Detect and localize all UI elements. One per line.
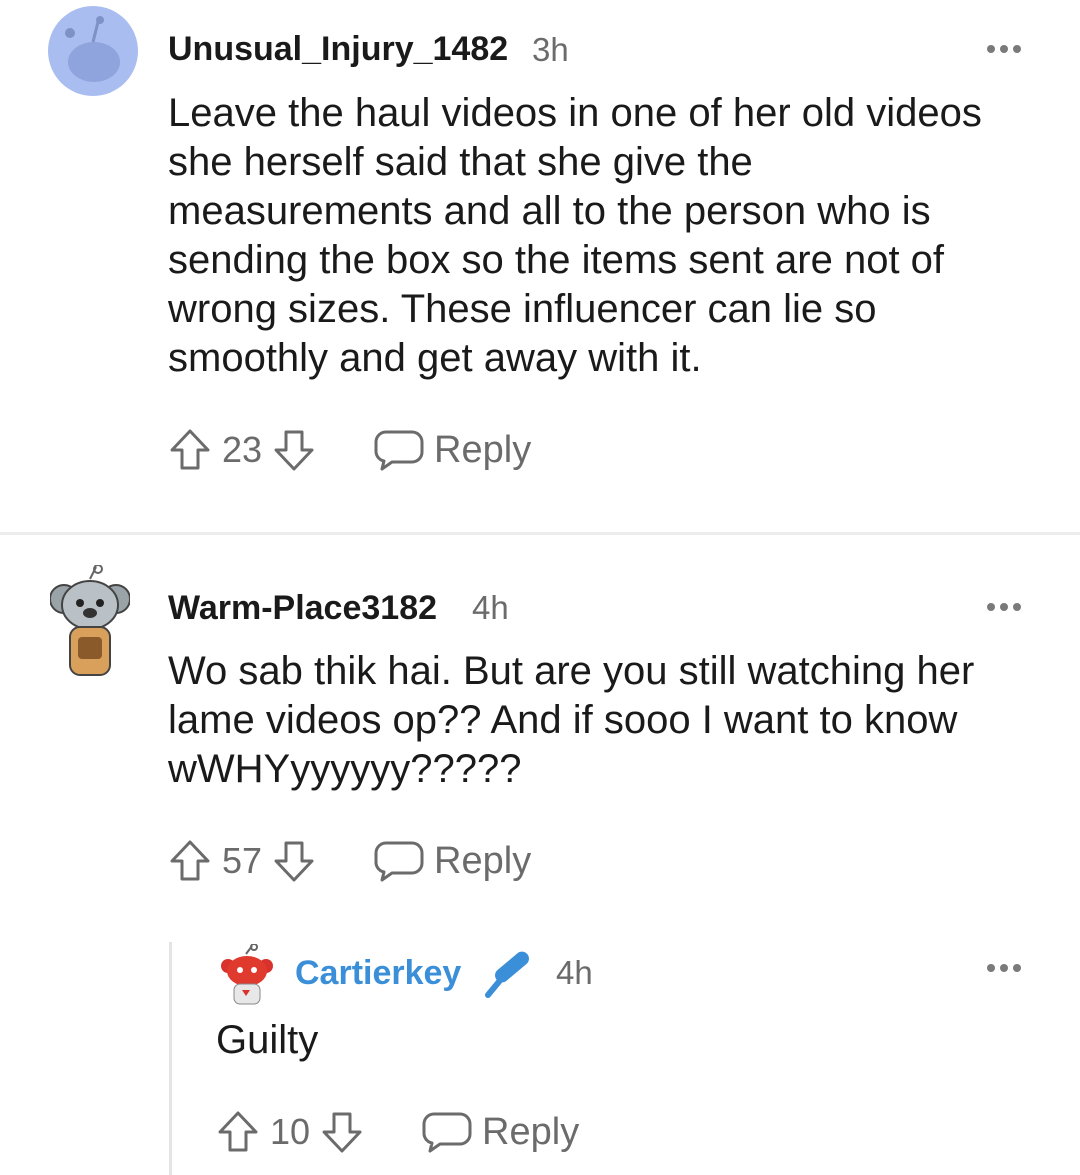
reply-button[interactable]: Reply [422, 1110, 579, 1154]
comment-username[interactable]: Unusual_Injury_1482 [168, 30, 508, 69]
comment-body: Leave the haul videos in one of her old … [168, 89, 982, 383]
user-avatar[interactable] [50, 565, 130, 685]
comment-body-line: sending the box so the items sent are no… [168, 238, 945, 282]
comment-body-line: Guilty [216, 1018, 319, 1062]
upvote-arrow-icon[interactable] [168, 428, 212, 472]
comment-timestamp: 4h [556, 954, 593, 991]
comment-body-line: wrong sizes. These influencer can lie so [168, 287, 877, 331]
vote-score: 57 [222, 840, 263, 881]
comment-timestamp: 3h [532, 31, 569, 68]
comment-body-line: wWHYyyyyyy????? [168, 747, 522, 791]
comment-actions: 57 Reply [168, 837, 531, 885]
microphone-icon [485, 951, 529, 998]
comment: Unusual_Injury_1482 3h Leave the haul vi… [0, 0, 1080, 532]
vote-score: 23 [222, 429, 263, 470]
comment-body-line: Wo sab thik hai. But are you still watch… [168, 649, 975, 693]
speech-bubble-icon [422, 1112, 472, 1153]
speech-bubble-icon [374, 841, 424, 882]
upvote-arrow-icon[interactable] [216, 1110, 260, 1154]
reply-button[interactable]: Reply [374, 839, 531, 883]
comment-actions: 10 Reply [216, 1108, 579, 1156]
more-options-icon[interactable] [987, 45, 1021, 53]
more-options-icon[interactable] [987, 964, 1021, 972]
upvote-arrow-icon[interactable] [168, 839, 212, 883]
reply-button[interactable]: Reply [374, 428, 531, 472]
reply-label: Reply [434, 428, 532, 471]
speech-bubble-icon [374, 430, 424, 471]
comment-username-op[interactable]: Cartierkey [295, 954, 461, 993]
more-options-icon[interactable] [987, 603, 1021, 611]
comment-reply: Cartierkey 4h Guilty 10 Reply [0, 940, 1080, 1175]
comment-timestamp: 4h [472, 589, 509, 626]
comment-actions: 23 Reply [168, 426, 531, 474]
reply-label: Reply [434, 839, 532, 882]
comment-body-line: lame videos op?? And if sooo I want to k… [168, 698, 958, 742]
downvote-arrow-icon[interactable] [320, 1110, 364, 1154]
reply-label: Reply [482, 1110, 580, 1153]
downvote-arrow-icon[interactable] [272, 839, 316, 883]
downvote-arrow-icon[interactable] [272, 428, 316, 472]
comment-body-line: Leave the haul videos in one of her old … [168, 91, 982, 135]
comment: Warm-Place3182 4h Wo sab thik hai. But a… [0, 535, 1080, 940]
comment-body: Wo sab thik hai. But are you still watch… [168, 647, 974, 794]
vote-score: 10 [270, 1111, 311, 1152]
user-avatar[interactable] [48, 6, 138, 96]
comment-body-line: she herself said that she give the [168, 140, 753, 184]
user-avatar[interactable] [218, 944, 278, 1008]
comment-body: Guilty [216, 1016, 318, 1065]
comment-body-line: measurements and all to the person who i… [168, 189, 931, 233]
comment-username[interactable]: Warm-Place3182 [168, 589, 437, 628]
comment-body-line: smoothly and get away with it. [168, 336, 702, 380]
